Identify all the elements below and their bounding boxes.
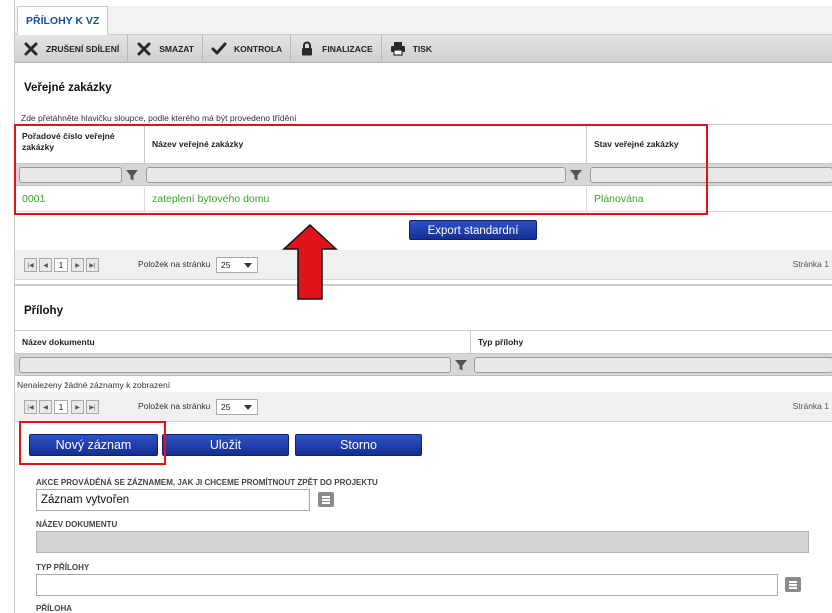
col-nazev-dokumentu[interactable]: Název dokumentu bbox=[15, 331, 471, 353]
tisk-button[interactable]: TISK bbox=[382, 35, 440, 63]
highlight-box-novy-zaznam bbox=[19, 421, 166, 465]
prilohy-grid-header: Název dokumentu Typ přílohy bbox=[15, 330, 832, 354]
kontrola-label: KONTROLA bbox=[233, 43, 283, 54]
finalizace-button[interactable]: FINALIZACE bbox=[291, 34, 382, 63]
x-icon bbox=[136, 41, 152, 57]
caret-down-icon bbox=[244, 263, 252, 268]
list-icon[interactable] bbox=[318, 492, 334, 507]
next-page-button[interactable]: ▶ bbox=[71, 258, 84, 272]
priloha-label: PŘÍLOHA bbox=[36, 604, 72, 613]
last-page-button[interactable]: ▶| bbox=[86, 400, 99, 414]
funnel-icon[interactable] bbox=[454, 358, 468, 372]
nazev-dokumentu-label: NÁZEV DOKUMENTU bbox=[36, 520, 118, 529]
zruseni-sdileni-label: ZRUŠENÍ SDÍLENÍ bbox=[46, 43, 120, 54]
typ-prilohy-field[interactable] bbox=[36, 574, 778, 596]
ulozit-button[interactable]: Uložit bbox=[162, 434, 289, 456]
highlight-box-table bbox=[14, 124, 708, 215]
prilohy-filter-row bbox=[15, 354, 832, 376]
zruseni-sdileni-button[interactable]: ZRUŠENÍ SDÍLENÍ bbox=[15, 34, 129, 63]
lock-icon bbox=[299, 41, 315, 57]
toolbar: ZRUŠENÍ SDÍLENÍ SMAZAT KONTROLA FINALIZA… bbox=[15, 34, 832, 63]
x-icon bbox=[23, 41, 39, 57]
first-page-button[interactable]: |◀ bbox=[24, 400, 37, 414]
finalizace-label: FINALIZACE bbox=[322, 43, 373, 54]
page-number-input[interactable]: 1 bbox=[54, 258, 68, 272]
per-page-value: 25 bbox=[221, 402, 231, 412]
per-page-label: Položek na stránku bbox=[138, 401, 211, 411]
last-page-button[interactable]: ▶| bbox=[86, 258, 99, 272]
caret-down-icon bbox=[244, 405, 252, 410]
up-arrow-icon bbox=[282, 223, 338, 300]
prev-page-button[interactable]: ◀ bbox=[39, 258, 52, 272]
group-by-hint: Zde přetáhněte hlavičku sloupce, podle k… bbox=[21, 113, 297, 123]
tisk-label: TISK bbox=[412, 43, 433, 54]
smazat-label: SMAZAT bbox=[159, 43, 194, 54]
smazat-button[interactable]: SMAZAT bbox=[128, 34, 203, 63]
empty-message: Nenalezeny žádné záznamy k zobrazení bbox=[17, 380, 171, 390]
prilohy-pager: |◀ ◀ 1 ▶ ▶| Položek na stránku 25 Stránk… bbox=[15, 392, 832, 422]
filter-typ-prilohy-input[interactable] bbox=[474, 357, 832, 373]
first-page-button[interactable]: |◀ bbox=[24, 258, 37, 272]
per-page-label: Položek na stránku bbox=[138, 259, 211, 269]
per-page-select[interactable]: 25 bbox=[216, 257, 258, 273]
printer-icon bbox=[390, 41, 406, 57]
section-divider bbox=[15, 284, 832, 286]
verejne-pager: |◀ ◀ 1 ▶ ▶| Položek na stránku 25 Stránk… bbox=[15, 250, 832, 280]
akce-field[interactable]: Záznam vytvořen bbox=[36, 489, 310, 511]
per-page-select[interactable]: 25 bbox=[216, 399, 258, 415]
prilohy-title: Přílohy bbox=[24, 305, 63, 317]
export-standardni-button[interactable]: Export standardní bbox=[409, 220, 537, 240]
kontrola-button[interactable]: KONTROLA bbox=[203, 34, 292, 63]
akce-label: AKCE PROVÁDĚNÁ SE ZÁZNAMEM, JAK JI CHCEM… bbox=[36, 478, 378, 487]
col-typ-prilohy[interactable]: Typ přílohy bbox=[471, 331, 832, 353]
nazev-dokumentu-field bbox=[36, 531, 809, 553]
check-icon bbox=[211, 41, 227, 57]
page-frame: PŘÍLOHY K VZ ZRUŠENÍ SDÍLENÍ SMAZAT KONT… bbox=[14, 0, 832, 613]
page-info: Stránka 1 bbox=[792, 401, 829, 411]
list-icon[interactable] bbox=[785, 577, 801, 592]
next-page-button[interactable]: ▶ bbox=[71, 400, 84, 414]
tab-bar: PŘÍLOHY K VZ bbox=[15, 6, 832, 35]
prev-page-button[interactable]: ◀ bbox=[39, 400, 52, 414]
page-number-input[interactable]: 1 bbox=[54, 400, 68, 414]
typ-prilohy-label: TYP PŘÍLOHY bbox=[36, 563, 90, 572]
tab-prilohy-k-vz[interactable]: PŘÍLOHY K VZ bbox=[17, 6, 109, 35]
storno-button[interactable]: Storno bbox=[295, 434, 422, 456]
filter-nazev-dokumentu-input[interactable] bbox=[19, 357, 451, 373]
per-page-value: 25 bbox=[221, 260, 231, 270]
page-info: Stránka 1 bbox=[792, 259, 829, 269]
verejne-zakazky-title: Veřejné zakázky bbox=[24, 82, 112, 94]
